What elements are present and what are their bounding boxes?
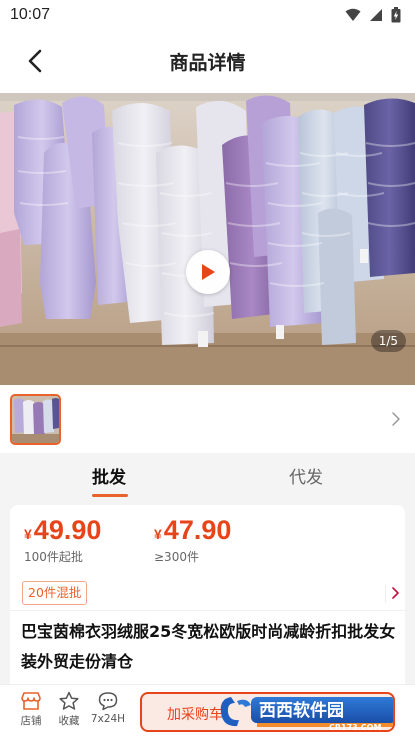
store-button[interactable]: 店铺 — [11, 691, 51, 728]
status-time: 10:07 — [10, 6, 51, 23]
status-bar: 10:07 — [0, 0, 415, 30]
price-card: ¥ 49.90 100件起批 ¥ 47.90 ≥300件 20件混批 巴宝茵棉衣… — [10, 505, 405, 695]
active-tab-indicator — [92, 494, 128, 497]
bottom-action-bar: 店铺 收藏 7x24H 加采购车 西西软件园 CR173.COM — [0, 684, 415, 738]
product-title: 巴宝茵棉衣羽绒服25冬宽松欧版时尚减龄折扣批发女装外贸走份清仓 — [21, 622, 396, 671]
nav-label: 7x24H — [90, 713, 126, 725]
chevron-right-icon[interactable] — [389, 409, 403, 429]
play-icon — [202, 264, 215, 280]
price-tier-1: ¥ 49.90 100件起批 — [24, 515, 101, 565]
wifi-icon — [345, 8, 361, 21]
watermark-brand: 西西软件园 — [259, 700, 344, 721]
page-title: 商品详情 — [169, 52, 246, 74]
tab-wholesale[interactable]: 批发 — [92, 463, 126, 488]
chevron-right-icon — [392, 587, 399, 599]
favorite-button[interactable]: 收藏 — [49, 691, 89, 728]
video-play-button[interactable] — [186, 250, 230, 294]
currency-symbol: ¥ — [24, 526, 32, 542]
price-amount: 49.90 — [33, 515, 102, 545]
price-value: ¥ 49.90 — [24, 515, 101, 546]
nav-label: 收藏 — [58, 715, 80, 727]
top-bar: 商品详情 — [0, 30, 415, 93]
back-button[interactable] — [18, 44, 52, 78]
watermark-logo: 西西软件园 CR173.COM — [220, 697, 393, 731]
mixed-batch-tag: 20件混批 — [22, 581, 88, 605]
chat-icon — [98, 692, 118, 711]
thumbnail-strip — [0, 385, 415, 453]
store-icon — [21, 692, 41, 710]
price-tier-condition: ≥300件 — [154, 550, 199, 564]
product-image-gallery[interactable] — [0, 93, 415, 385]
product-photo — [0, 93, 415, 385]
star-icon — [59, 691, 79, 710]
watermark-domain: CR173.COM — [329, 723, 381, 731]
product-detail-page: 10:07 商品详情 1/5 批发 代发 ¥ 49.90 100件起批 ¥ 47… — [0, 0, 415, 738]
price-value: ¥ 47.90 — [154, 515, 231, 546]
thumbnail-photo — [12, 396, 59, 443]
price-tier-2: ¥ 47.90 ≥300件 — [154, 515, 231, 565]
add-to-cart-label: 加采购车 — [167, 707, 223, 723]
image-page-indicator: 1/5 — [370, 330, 406, 352]
signal-icon — [370, 9, 382, 21]
customer-service-button[interactable]: 7x24H — [88, 691, 128, 725]
add-to-cart-button[interactable]: 加采购车 西西软件园 CR173.COM — [140, 692, 395, 732]
price-amount: 47.90 — [163, 515, 232, 545]
divider — [10, 610, 405, 611]
price-tier-condition: 100件起批 — [24, 550, 83, 564]
battery-icon — [391, 7, 401, 23]
more-info-button[interactable] — [385, 585, 399, 603]
nav-label: 店铺 — [20, 715, 42, 727]
purchase-mode-tabs: 批发 代发 — [0, 453, 415, 501]
currency-symbol: ¥ — [154, 526, 162, 542]
tab-dropship[interactable]: 代发 — [289, 463, 323, 488]
status-icons — [345, 7, 401, 23]
chevron-left-icon — [28, 49, 42, 73]
thumbnail-image[interactable] — [10, 394, 61, 445]
